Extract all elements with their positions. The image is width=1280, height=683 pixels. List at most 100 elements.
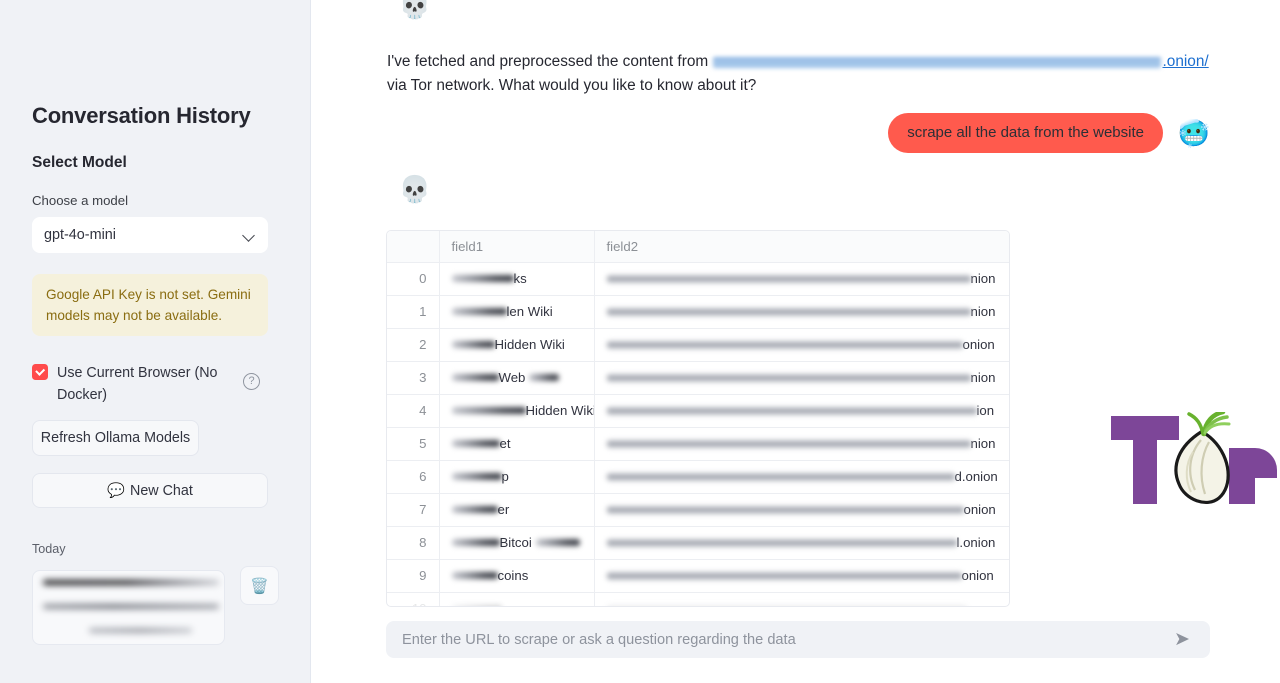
- row-index-cell: 2: [387, 328, 440, 362]
- cell-field1[interactable]: et: [439, 427, 595, 461]
- cell-field2[interactable]: onion: [594, 559, 1009, 593]
- refresh-ollama-models-label: Refresh Ollama Models: [40, 430, 191, 446]
- new-chat-button[interactable]: 💬 New Chat: [32, 473, 268, 508]
- user-message-bubble: scrape all the data from the website: [888, 113, 1163, 153]
- cell-field1[interactable]: p: [439, 460, 595, 494]
- sidebar-title: Conversation History: [32, 103, 251, 128]
- cell-visible-text: Bitcoi: [499, 535, 532, 550]
- model-select-value: gpt-4o-mini: [44, 227, 116, 243]
- table-body: 0 ks nion 1 len Wiki nion 2 Hidden Wiki onion 3 We…: [387, 262, 1009, 606]
- user-message-row: scrape all the data from the website 🥶: [311, 113, 1280, 153]
- table-row[interactable]: 10: [387, 592, 1009, 606]
- use-current-browser-checkbox[interactable]: Use Current Browser (No Docker): [32, 362, 268, 406]
- model-select[interactable]: gpt-4o-mini: [32, 217, 268, 253]
- table-row[interactable]: 2 Hidden Wiki onion: [387, 328, 1009, 362]
- cell-field1[interactable]: Hidden Wiki: [439, 394, 595, 428]
- table-row[interactable]: 4 Hidden Wiki ion: [387, 394, 1009, 428]
- column-header-field1[interactable]: field1: [439, 231, 595, 263]
- cell-visible-text: p: [501, 469, 509, 484]
- table-row[interactable]: 9 coins onion: [387, 559, 1009, 593]
- cell-field1[interactable]: er: [439, 493, 595, 527]
- send-arrow-icon[interactable]: ➤: [1171, 629, 1193, 651]
- redacted-text-blur: [451, 605, 502, 606]
- composer[interactable]: ➤: [386, 621, 1210, 658]
- redacted-text-blur: [529, 374, 560, 381]
- scraped-url-visible-tail: .onion/: [1162, 53, 1209, 70]
- history-group-label: Today: [32, 542, 66, 556]
- table-row[interactable]: 6 p d.onion: [387, 460, 1009, 494]
- row-index-cell: 6: [387, 460, 440, 494]
- redacted-text-line: [43, 604, 219, 609]
- cell-field2[interactable]: [594, 592, 1009, 606]
- redacted-text-blur: [451, 572, 498, 579]
- table-row[interactable]: 5 et nion: [387, 427, 1009, 461]
- redacted-text-blur: [606, 439, 971, 448]
- redacted-text-blur: [606, 373, 971, 382]
- cell-field2[interactable]: nion: [594, 427, 1009, 461]
- row-index-cell: 8: [387, 526, 440, 560]
- row-index-cell: 1: [387, 295, 440, 329]
- chat-input[interactable]: [400, 630, 1171, 649]
- cell-field2[interactable]: ion: [594, 394, 1009, 428]
- cell-visible-text: nion: [970, 271, 996, 286]
- redacted-text-blur: [535, 539, 580, 546]
- history-item[interactable]: [32, 570, 225, 645]
- cell-field1[interactable]: Hidden Wiki: [439, 328, 595, 362]
- cell-visible-text: d.onion: [954, 469, 998, 484]
- cell-field2[interactable]: onion: [594, 328, 1009, 362]
- row-index-cell: 10: [387, 592, 440, 606]
- row-index-cell: 4: [387, 394, 440, 428]
- refresh-ollama-models-button[interactable]: Refresh Ollama Models: [32, 420, 199, 456]
- cell-field2[interactable]: nion: [594, 361, 1009, 395]
- assistant-message: I've fetched and preprocessed the conten…: [387, 50, 1212, 98]
- table-header-row: field1 field2: [387, 231, 1009, 263]
- checkbox-checked-icon: [32, 364, 48, 380]
- assistant-avatar: 💀: [398, 174, 432, 204]
- assistant-message-prefix: I've fetched and preprocessed the conten…: [387, 53, 713, 70]
- cell-field1[interactable]: ks: [439, 262, 595, 296]
- assistant-avatar: 💀: [398, 0, 432, 20]
- table-row[interactable]: 7 er onion: [387, 493, 1009, 527]
- cell-field1[interactable]: [439, 592, 595, 606]
- column-header-index[interactable]: [387, 231, 440, 263]
- cell-field2[interactable]: nion: [594, 295, 1009, 329]
- table-row[interactable]: 8 Bitcoi l.onion: [387, 526, 1009, 560]
- cell-visible-text: onion: [962, 337, 995, 352]
- cell-field2[interactable]: onion: [594, 493, 1009, 527]
- delete-history-button[interactable]: 🗑️: [240, 566, 279, 605]
- redacted-text-blur: [606, 472, 955, 481]
- tor-logo: [1109, 409, 1279, 510]
- table-row[interactable]: 3 Web nion: [387, 361, 1009, 395]
- user-avatar: 🥶: [1177, 118, 1211, 148]
- redacted-text-blur: [606, 274, 971, 283]
- cell-visible-text: Hidden Wiki: [525, 403, 594, 418]
- cell-field1[interactable]: coins: [439, 559, 595, 593]
- scraped-url-link[interactable]: .onion/: [712, 53, 1209, 70]
- cell-visible-text: et: [499, 436, 511, 451]
- chevron-down-icon: [243, 228, 257, 242]
- question-mark-circle-icon[interactable]: ?: [243, 373, 260, 390]
- tor-logo-letter-r: [1229, 448, 1277, 504]
- row-index-cell: 0: [387, 262, 440, 296]
- table-row[interactable]: 1 len Wiki nion: [387, 295, 1009, 329]
- api-key-warning: Google API Key is not set. Gemini models…: [32, 274, 268, 336]
- scraped-data-table: field1 field2 0 ks nion 1 len Wiki nion 2 Hidde…: [387, 231, 1009, 606]
- redacted-text-blur: [451, 539, 500, 546]
- column-header-field2[interactable]: field2: [594, 231, 1009, 263]
- cell-field1[interactable]: Web: [439, 361, 595, 395]
- cell-visible-text: nion: [970, 436, 996, 451]
- redacted-text-blur: [451, 506, 498, 513]
- cell-field1[interactable]: len Wiki: [439, 295, 595, 329]
- cell-field2[interactable]: d.onion: [594, 460, 1009, 494]
- wastebasket-icon: 🗑️: [250, 577, 269, 595]
- table-row[interactable]: 0 ks nion: [387, 262, 1009, 296]
- cell-field1[interactable]: Bitcoi: [439, 526, 595, 560]
- tor-logo-onion: [1174, 409, 1231, 504]
- assistant-message-suffix: via Tor network. What would you like to …: [387, 77, 757, 94]
- redacted-text-blur: [451, 308, 507, 315]
- cell-field2[interactable]: nion: [594, 262, 1009, 296]
- cell-field2[interactable]: l.onion: [594, 526, 1009, 560]
- scraped-data-table-container[interactable]: field1 field2 0 ks nion 1 len Wiki nion 2 Hidde…: [386, 230, 1010, 607]
- redacted-text-blur: [606, 571, 962, 580]
- row-index-cell: 5: [387, 427, 440, 461]
